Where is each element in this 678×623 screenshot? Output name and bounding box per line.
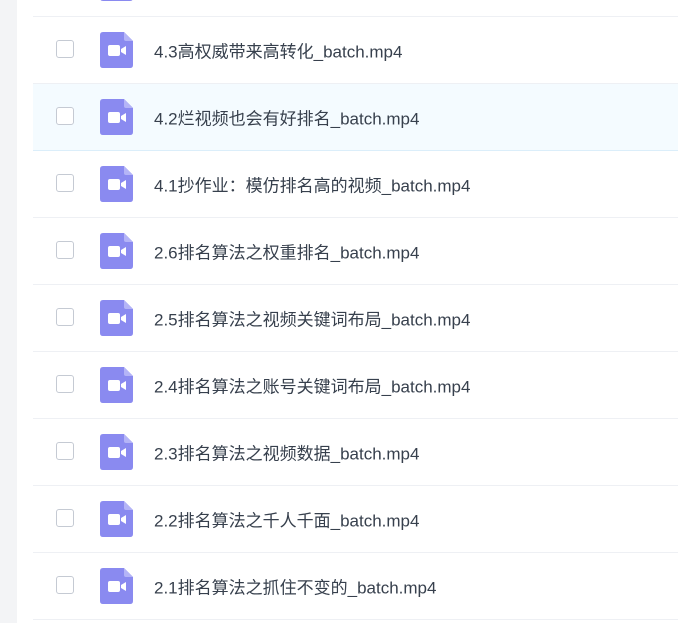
file-row[interactable]: 2.6排名算法之权重排名_batch.mp4 bbox=[33, 218, 678, 285]
row-checkbox[interactable] bbox=[56, 174, 74, 192]
video-file-icon bbox=[100, 0, 133, 1]
row-checkbox[interactable] bbox=[56, 442, 74, 460]
file-row[interactable]: 4.2烂视频也会有好排名_batch.mp4 bbox=[33, 84, 678, 151]
file-name[interactable]: 2.3排名算法之视频数据_batch.mp4 bbox=[154, 440, 419, 465]
row-checkbox[interactable] bbox=[56, 40, 74, 58]
file-name[interactable]: 4.2烂视频也会有好排名_batch.mp4 bbox=[154, 105, 419, 130]
file-row[interactable]: 2.1排名算法之抓住不变的_batch.mp4 bbox=[33, 553, 678, 620]
file-list-panel: 4.3高权威带来高转化_batch.mp4 4.2烂视频也会有好排名_batch… bbox=[17, 0, 678, 623]
video-file-icon bbox=[100, 501, 133, 537]
file-row[interactable]: 2.2排名算法之千人千面_batch.mp4 bbox=[33, 486, 678, 553]
file-row[interactable]: 4.3高权威带来高转化_batch.mp4 bbox=[33, 17, 678, 84]
file-name[interactable]: 2.2排名算法之千人千面_batch.mp4 bbox=[154, 507, 419, 532]
row-checkbox[interactable] bbox=[56, 576, 74, 594]
row-checkbox[interactable] bbox=[56, 375, 74, 393]
row-checkbox[interactable] bbox=[56, 107, 74, 125]
file-name[interactable]: 2.6排名算法之权重排名_batch.mp4 bbox=[154, 239, 419, 264]
file-name[interactable]: 4.1抄作业：模仿排名高的视频_batch.mp4 bbox=[154, 172, 470, 197]
video-file-icon bbox=[100, 300, 133, 336]
video-file-icon bbox=[100, 233, 133, 269]
video-file-icon bbox=[100, 32, 133, 68]
row-checkbox[interactable] bbox=[56, 509, 74, 527]
video-file-icon bbox=[100, 367, 133, 403]
file-name[interactable]: 2.1排名算法之抓住不变的_batch.mp4 bbox=[154, 574, 436, 599]
file-row[interactable]: 2.4排名算法之账号关键词布局_batch.mp4 bbox=[33, 352, 678, 419]
file-row[interactable]: 2.5排名算法之视频关键词布局_batch.mp4 bbox=[33, 285, 678, 352]
video-file-icon bbox=[100, 166, 133, 202]
file-list: 4.3高权威带来高转化_batch.mp4 4.2烂视频也会有好排名_batch… bbox=[33, 0, 678, 620]
row-checkbox[interactable] bbox=[56, 308, 74, 326]
video-file-icon bbox=[100, 434, 133, 470]
file-name[interactable]: 4.3高权威带来高转化_batch.mp4 bbox=[154, 38, 402, 63]
file-row[interactable]: 4.1抄作业：模仿排名高的视频_batch.mp4 bbox=[33, 151, 678, 218]
file-name[interactable]: 2.4排名算法之账号关键词布局_batch.mp4 bbox=[154, 373, 470, 398]
video-file-icon bbox=[100, 568, 133, 604]
file-name[interactable]: 2.5排名算法之视频关键词布局_batch.mp4 bbox=[154, 306, 470, 331]
file-row[interactable] bbox=[33, 0, 678, 17]
file-row[interactable]: 2.3排名算法之视频数据_batch.mp4 bbox=[33, 419, 678, 486]
row-checkbox[interactable] bbox=[56, 241, 74, 259]
video-file-icon bbox=[100, 99, 133, 135]
